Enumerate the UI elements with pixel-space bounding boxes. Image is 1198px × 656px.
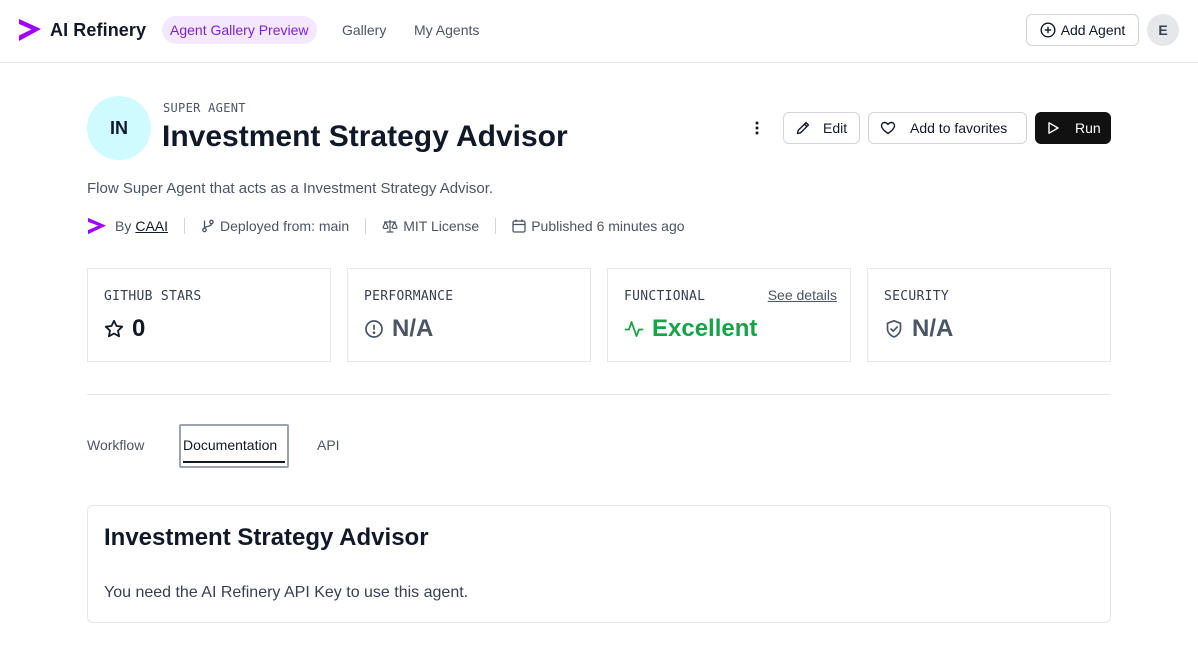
license-meta: MIT License bbox=[382, 218, 479, 234]
run-label: Run bbox=[1075, 120, 1101, 136]
stat-value: N/A bbox=[884, 315, 953, 343]
stat-card-functional: FUNCTIONAL See details Excellent bbox=[607, 268, 851, 362]
brand-logo-icon bbox=[19, 19, 41, 41]
stat-card-performance: PERFORMANCE N/A bbox=[347, 268, 591, 362]
alert-circle-icon bbox=[365, 320, 383, 338]
more-options-button[interactable] bbox=[747, 118, 767, 138]
stat-value: N/A bbox=[364, 315, 433, 343]
section-divider bbox=[87, 394, 1111, 395]
tab-workflow[interactable]: Workflow bbox=[87, 437, 144, 453]
author-link[interactable]: CAAI bbox=[135, 218, 168, 234]
deployed-meta: Deployed from: main bbox=[201, 218, 349, 234]
play-icon bbox=[1048, 122, 1059, 134]
git-branch-icon bbox=[202, 219, 214, 233]
meta-separator bbox=[495, 218, 497, 234]
stat-card-security: SECURITY N/A bbox=[867, 268, 1111, 362]
page-title: Investment Strategy Advisor bbox=[162, 120, 568, 153]
published-meta: Published 6 minutes ago bbox=[512, 218, 685, 234]
stat-value: Excellent bbox=[624, 315, 757, 343]
user-avatar[interactable]: E bbox=[1147, 14, 1179, 46]
brand-name: AI Refinery bbox=[50, 19, 147, 40]
see-details-link[interactable]: See details bbox=[768, 287, 837, 303]
run-button[interactable]: Run bbox=[1035, 112, 1111, 144]
top-navigation: AI Refinery Agent Gallery Preview Galler… bbox=[0, 0, 1198, 63]
stat-value-text: Excellent bbox=[652, 315, 758, 342]
tab-documentation[interactable]: Documentation bbox=[183, 437, 277, 453]
add-agent-label: Add Agent bbox=[1060, 22, 1126, 38]
stat-label: GITHUB STARS bbox=[104, 289, 202, 304]
edit-label: Edit bbox=[823, 120, 848, 136]
meta-separator bbox=[365, 218, 367, 234]
edit-button[interactable]: Edit bbox=[783, 112, 860, 144]
nav-my-agents[interactable]: My Agents bbox=[414, 22, 479, 38]
author-meta: By CAAI bbox=[87, 217, 168, 235]
stat-card-github-stars: GITHUB STARS 0 bbox=[87, 268, 331, 362]
more-vertical-icon bbox=[755, 121, 759, 135]
stat-label: PERFORMANCE bbox=[364, 289, 454, 304]
brand[interactable]: AI Refinery bbox=[18, 17, 146, 43]
calendar-icon bbox=[512, 219, 526, 233]
shield-check-icon bbox=[886, 319, 902, 338]
nav-agent-gallery-preview[interactable]: Agent Gallery Preview bbox=[162, 16, 317, 44]
add-to-favorites-label: Add to favorites bbox=[910, 120, 1008, 136]
add-to-favorites-button[interactable]: Add to favorites bbox=[868, 112, 1027, 144]
agent-avatar: IN bbox=[87, 96, 151, 160]
agent-description: Flow Super Agent that acts as a Investme… bbox=[87, 180, 494, 197]
meta-separator bbox=[184, 218, 186, 234]
documentation-title: Investment Strategy Advisor bbox=[104, 524, 429, 551]
stat-value: 0 bbox=[104, 315, 145, 343]
license-text: MIT License bbox=[403, 218, 480, 234]
stat-label: SECURITY bbox=[884, 289, 950, 304]
published-text: Published 6 minutes ago bbox=[531, 218, 685, 234]
tab-api[interactable]: API bbox=[317, 437, 340, 453]
agent-kind: SUPER AGENT bbox=[163, 101, 246, 115]
author-logo-icon bbox=[88, 217, 106, 235]
by-label: By bbox=[115, 218, 132, 234]
pencil-icon bbox=[796, 121, 810, 135]
stat-label: FUNCTIONAL bbox=[624, 289, 706, 304]
documentation-body: You need the AI Refinery API Key to use … bbox=[104, 584, 469, 601]
stat-value-text: 0 bbox=[132, 315, 146, 342]
activity-icon bbox=[624, 321, 644, 337]
stat-value-text: N/A bbox=[912, 315, 954, 342]
documentation-panel: Investment Strategy Advisor You need the… bbox=[87, 505, 1111, 623]
tab-active-indicator bbox=[183, 461, 285, 463]
heart-icon bbox=[880, 121, 896, 135]
scale-icon bbox=[382, 220, 398, 233]
deployed-text: Deployed from: main bbox=[220, 218, 350, 234]
add-agent-button[interactable]: Add Agent bbox=[1026, 14, 1139, 46]
nav-gallery[interactable]: Gallery bbox=[342, 22, 386, 38]
stat-value-text: N/A bbox=[392, 315, 434, 342]
plus-circle-icon bbox=[1040, 22, 1056, 38]
agent-meta: By CAAI Deployed from: main MIT License … bbox=[87, 216, 685, 236]
star-icon bbox=[104, 319, 124, 338]
